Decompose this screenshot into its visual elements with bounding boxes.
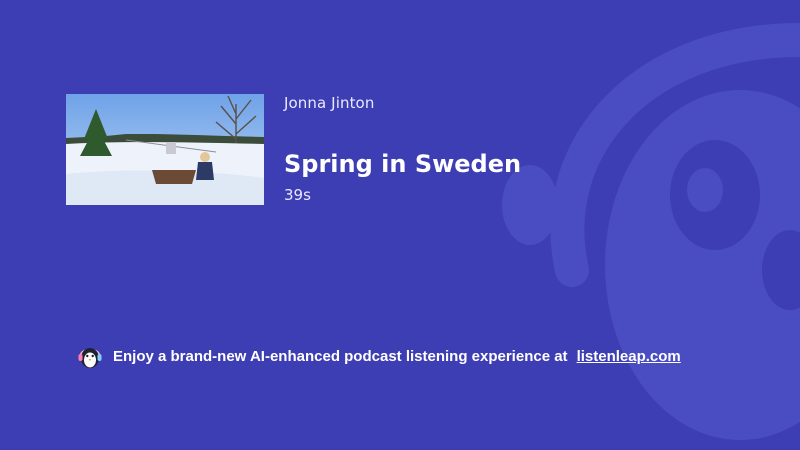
promo-banner: Enjoy a brand-new AI-enhanced podcast li… [76, 342, 681, 370]
listenleap-link[interactable]: listenleap.com [577, 348, 681, 365]
penguin-headphones-icon [78, 348, 102, 368]
episode-author: Jonna Jinton [284, 94, 375, 112]
episode-thumbnail [66, 94, 264, 205]
promo-text: Enjoy a brand-new AI-enhanced podcast li… [113, 347, 568, 365]
episode-title: Spring in Sweden [284, 150, 522, 178]
background-logo-watermark [502, 23, 800, 440]
episode-duration: 39s [284, 186, 311, 204]
